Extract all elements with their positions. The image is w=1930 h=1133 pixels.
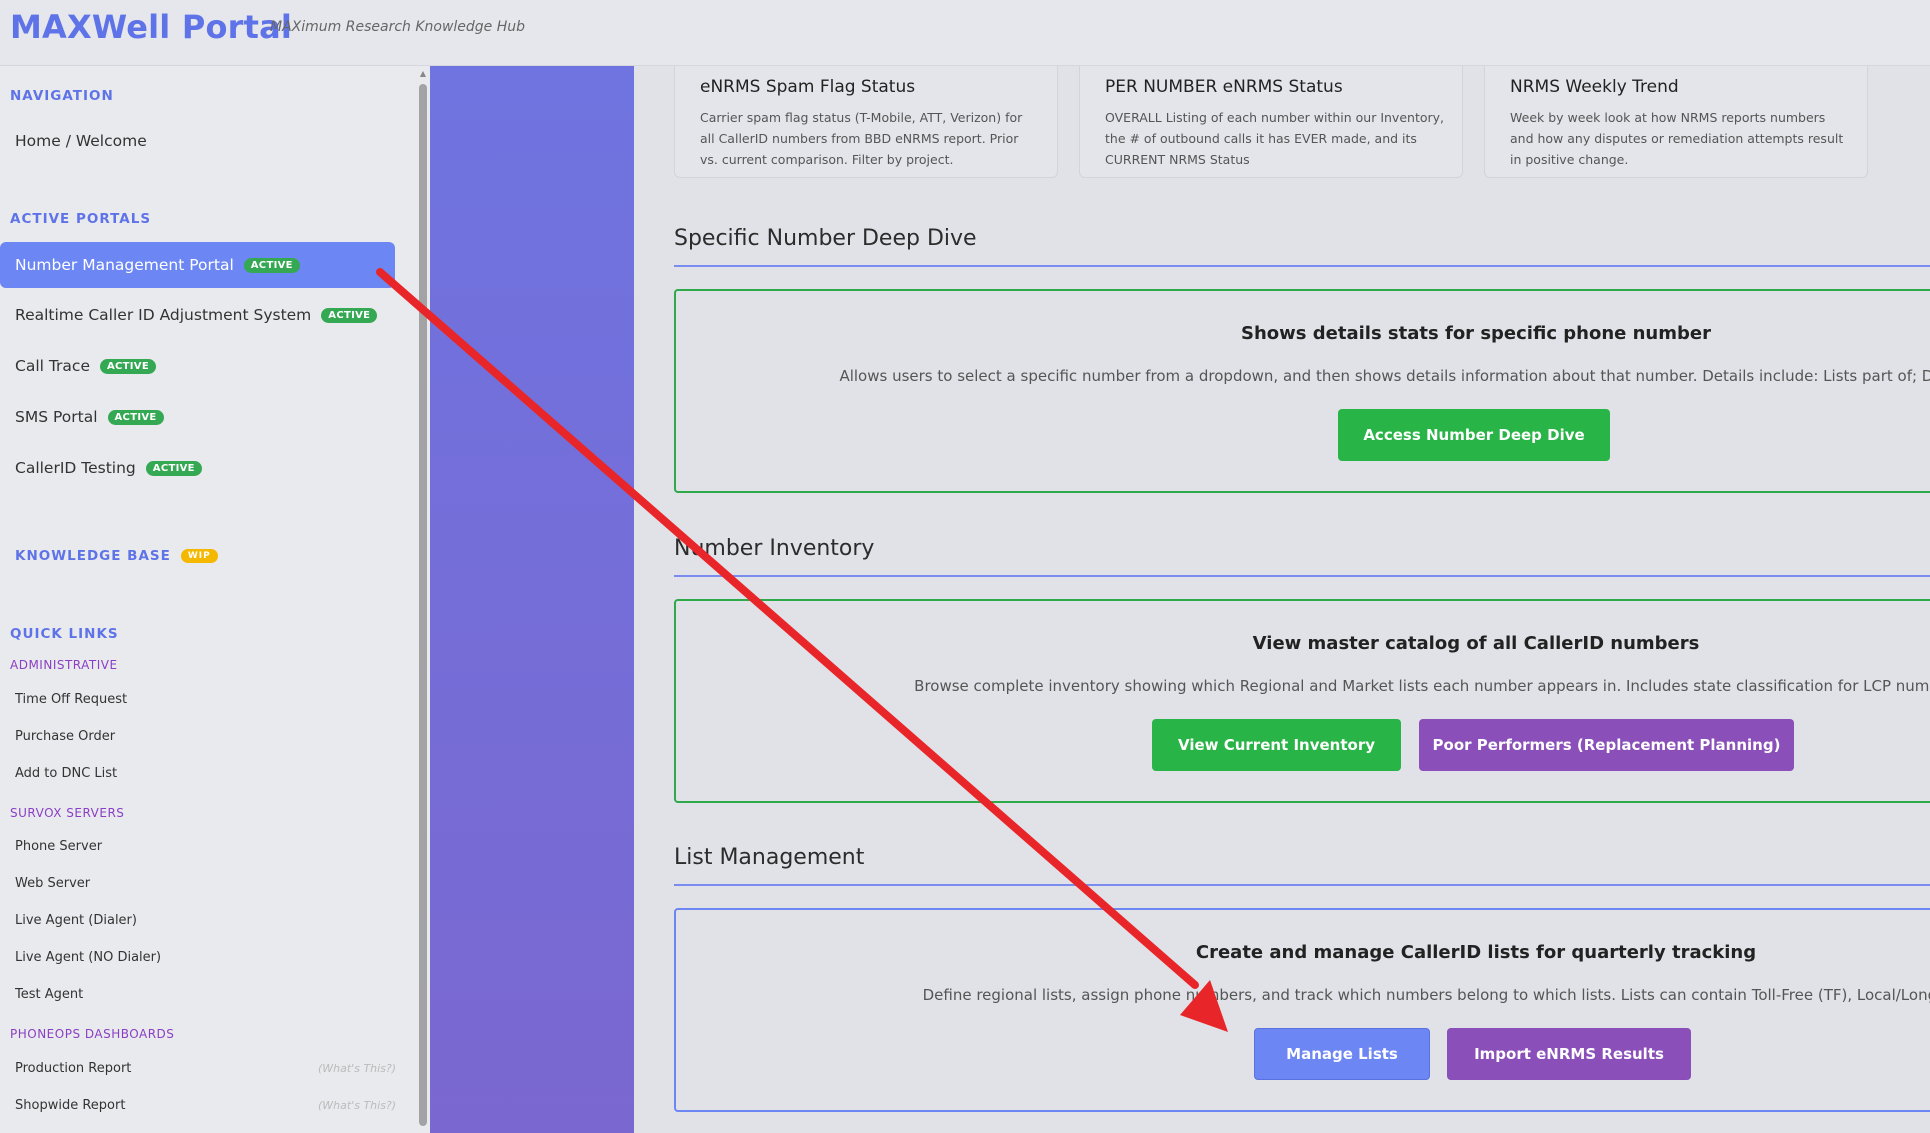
sidebar-item-label: Realtime Caller ID Adjustment System [15,306,312,324]
brand-tagline: MAXimum Research Knowledge Hub [270,19,526,35]
card-title: PER NUMBER eNRMS Status [1105,77,1343,97]
knowledge-base-label: KNOWLEDGE BASE [15,548,171,564]
section-divider [674,884,1930,886]
sidebar-item-home[interactable]: Home / Welcome [15,132,147,150]
main-content: eNRMS Spam Flag Status Carrier spam flag… [634,66,1930,1133]
card-enrms-spam-flag[interactable]: eNRMS Spam Flag Status Carrier spam flag… [674,66,1058,178]
card-per-number-enrms[interactable]: PER NUMBER eNRMS Status OVERALL Listing … [1079,66,1463,178]
section-title-number-inventory: Number Inventory [674,536,875,561]
active-badge: ACTIVE [99,358,156,374]
link-live-agent-dialer[interactable]: Live Agent (Dialer) [15,913,137,928]
link-web-server[interactable]: Web Server [15,876,90,891]
navigation-heading: NAVIGATION [10,88,114,104]
administrative-heading: ADMINISTRATIVE [10,658,118,672]
view-current-inventory-button[interactable]: View Current Inventory [1152,719,1401,771]
sidebar-item-callerid-testing[interactable]: CallerID Testing ACTIVE [15,459,202,477]
brand-logo[interactable]: MAXWell Portal [10,8,292,46]
phoneops-heading: PHONEOPS DASHBOARDS [10,1027,175,1041]
sidebar-item-label: SMS Portal [15,408,98,426]
import-enrms-results-button[interactable]: Import eNRMS Results [1447,1028,1691,1080]
whats-this-link[interactable]: (What's This?) [318,1099,396,1112]
wip-badge: WIP [180,549,218,563]
section-title-list-management: List Management [674,845,865,870]
card-nrms-weekly-trend[interactable]: NRMS Weekly Trend Week by week look at h… [1484,66,1868,178]
card-desc: Carrier spam flag status (T-Mobile, ATT,… [700,110,1023,167]
link-production-report[interactable]: Production Report [15,1061,131,1076]
scroll-up-icon[interactable]: ▲ [418,70,428,78]
sidebar-item-knowledge-base[interactable]: KNOWLEDGE BASE WIP [15,548,218,564]
sidebar-item-sms-portal[interactable]: SMS Portal ACTIVE [15,408,164,426]
decorative-band [430,66,634,1133]
active-portals-heading: ACTIVE PORTALS [10,211,152,227]
link-phone-server[interactable]: Phone Server [15,839,102,854]
active-badge: ACTIVE [145,460,202,476]
active-badge: ACTIVE [243,257,300,273]
survox-heading: SURVOX SERVERS [10,806,125,820]
access-number-deep-dive-button[interactable]: Access Number Deep Dive [1338,409,1610,461]
panel-number-inventory: View master catalog of all CallerID numb… [674,599,1930,803]
link-time-off-request[interactable]: Time Off Request [15,692,127,707]
active-badge: ACTIVE [107,409,164,425]
panel-title: Create and manage CallerID lists for qua… [1195,942,1757,963]
top-header: MAXWell Portal MAXimum Research Knowledg… [0,0,1930,66]
sidebar: NAVIGATION Home / Welcome ACTIVE PORTALS… [0,66,430,1133]
sidebar-item-realtime-callerid[interactable]: Realtime Caller ID Adjustment System ACT… [15,306,378,324]
manage-lists-button[interactable]: Manage Lists [1254,1028,1430,1080]
link-shopwide-report[interactable]: Shopwide Report [15,1098,125,1113]
poor-performers-button[interactable]: Poor Performers (Replacement Planning) [1419,719,1794,771]
sidebar-item-label: CallerID Testing [15,459,136,477]
panel-list-management: Create and manage CallerID lists for qua… [674,908,1930,1112]
sidebar-item-number-management-portal[interactable]: Number Management Portal ACTIVE [0,242,395,288]
panel-title: Shows details stats for specific phone n… [1241,323,1711,344]
panel-desc: Define regional lists, assign phone numb… [922,986,1930,1004]
card-title: NRMS Weekly Trend [1510,77,1679,97]
panel-desc: Browse complete inventory showing which … [914,677,1930,695]
card-desc: OVERALL Listing of each number within ou… [1105,110,1445,167]
whats-this-link[interactable]: (What's This?) [318,1062,396,1075]
section-title-deep-dive: Specific Number Deep Dive [674,226,977,251]
panel-title: View master catalog of all CallerID numb… [1252,633,1700,654]
link-test-agent[interactable]: Test Agent [15,987,83,1002]
link-add-to-dnc[interactable]: Add to DNC List [15,766,117,781]
sidebar-item-call-trace[interactable]: Call Trace ACTIVE [15,357,156,375]
scrollbar-thumb[interactable] [419,84,427,1126]
sidebar-item-label: Call Trace [15,357,90,375]
active-badge: ACTIVE [321,307,378,323]
link-live-agent-no-dialer[interactable]: Live Agent (NO Dialer) [15,950,161,965]
sidebar-scrollbar[interactable]: ▲ [418,66,428,1133]
quick-links-heading: QUICK LINKS [10,626,119,642]
card-title: eNRMS Spam Flag Status [700,77,916,97]
panel-desc: Allows users to select a specific number… [839,367,1930,385]
link-purchase-order[interactable]: Purchase Order [15,729,115,744]
panel-deep-dive: Shows details stats for specific phone n… [674,289,1930,493]
sidebar-item-label: Number Management Portal [15,256,234,274]
section-divider [674,575,1930,577]
card-desc: Week by week look at how NRMS reports nu… [1510,110,1844,167]
section-divider [674,265,1930,267]
